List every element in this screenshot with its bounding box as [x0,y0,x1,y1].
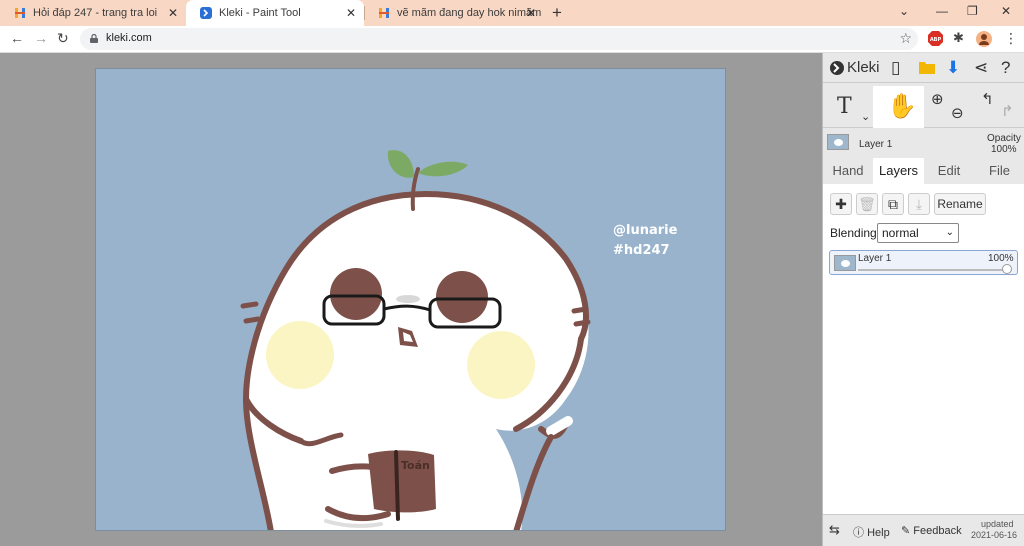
updated-label: updated [981,519,1014,529]
browser-menu-icon[interactable]: ⋮ [1004,30,1018,47]
forward-arrow-icon[interactable]: → [34,30,48,46]
layer-list-item[interactable]: Layer 1 100% [829,250,1018,275]
watermark-hashtag: #hd247 [613,243,670,258]
new-tab-button[interactable]: + [552,3,562,23]
updated-date: 2021-06-16 [971,530,1018,540]
add-layer-button[interactable]: ✚ [830,193,852,215]
blending-label: Blending [830,226,877,240]
close-tab-icon[interactable]: ✕ [168,6,178,20]
new-file-icon[interactable]: ▯ [891,58,900,78]
tab-file[interactable]: File [974,158,1024,184]
current-layer-info: Layer 1 Opacity 100% [823,130,1024,160]
layer-opacity-slider[interactable] [858,269,1006,271]
tab-title: Kleki - Paint Tool [219,7,301,19]
browser-tab-strip: Hỏi đáp 247 - trang tra loi ✕ Kleki - Pa… [0,0,1024,26]
redo-icon[interactable]: ↱ [1001,102,1014,120]
duplicate-icon: ⧉ [888,196,898,212]
feedback-link[interactable]: ✎ Feedback [901,524,962,537]
minimize-icon[interactable]: — [936,4,948,18]
layer-opacity-handle[interactable] [1002,264,1012,274]
url-text: kleki.com [106,32,152,44]
layer-item-name: Layer 1 [858,253,892,264]
help-circle-icon[interactable]: ? [1001,58,1010,78]
trash-icon: 🗑 [858,196,876,212]
panel-footer: ⇆ ⓘ Help ✎ Feedback updated 2021-06-16 [823,514,1024,546]
browser-tab-hoidap[interactable]: Hỏi đáp 247 - trang tra loi ✕ [0,0,186,26]
chevron-down-icon[interactable]: ⌄ [861,110,870,123]
hoidap-logo-icon [379,8,389,18]
close-tab-icon[interactable]: ✕ [526,6,536,20]
plus-icon: ✚ [835,196,847,212]
zoom-out-icon[interactable]: ⊖ [951,104,964,122]
merge-down-icon: ⤓ [915,196,923,212]
text-tool-icon: T [837,94,852,119]
browser-tab-kleki[interactable]: Kleki - Paint Tool ✕ [186,0,364,26]
download-icon[interactable]: ⬇ [946,58,960,78]
zoom-in-icon[interactable]: ⊕ [931,90,944,108]
undo-icon[interactable]: ↰ [981,90,994,108]
feedback-label: Feedback [913,525,962,537]
merge-layer-button[interactable]: ⤓ [908,193,930,215]
swap-sides-icon[interactable]: ⇆ [829,522,840,538]
kleki-logo-icon [200,7,212,19]
tab-layers[interactable]: Layers [873,158,924,184]
kleki-side-panel: Kleki ▯ ⬇ ⋖ ? T ⌄ ✋ ⊕ ⊖ ↰ ↱ Layer 1 Opac… [822,53,1024,546]
rename-layer-button[interactable]: Rename [934,193,986,215]
help-circle-icon: ⓘ [853,527,864,539]
adblock-icon[interactable]: ABP [928,31,943,46]
chevron-down-icon[interactable]: ⌄ [899,4,909,18]
current-layer-name: Layer 1 [859,139,893,150]
kleki-logo-icon [830,61,844,75]
drawing-canvas[interactable]: Toán @lunarie #hd247 [95,68,726,531]
browser-tab-ve-mam[interactable]: vẽ mãm đang day hok nimãm IC ✕ [364,0,544,26]
tab-title: Hỏi đáp 247 - trang tra loi [33,7,158,19]
share-icon[interactable]: ⋖ [974,58,988,78]
layers-panel: ✚ 🗑 ⧉ ⤓ Rename Blending normal ⌄ Layer 1… [823,184,1024,514]
panel-header: Kleki ▯ ⬇ ⋖ ? [823,53,1024,83]
tab-title: vẽ mãm đang day hok nimãm IC [397,7,544,19]
help-label: Help [867,527,890,539]
blending-mode-select[interactable]: normal ⌄ [877,223,959,243]
tab-hand[interactable]: Hand [823,158,873,184]
opacity-label: Opacity [987,133,1021,144]
open-folder-icon[interactable] [919,60,935,74]
close-tab-icon[interactable]: ✕ [346,6,356,20]
drawing-artwork: Toán [240,150,591,530]
chevron-down-icon: ⌄ [945,227,954,238]
layer-thumbnail [827,134,849,150]
address-bar[interactable]: kleki.com ☆ [80,28,918,50]
hoidap-logo-icon [15,8,25,18]
text-tool-button[interactable]: T ⌄ [831,86,871,128]
restore-icon[interactable]: ❐ [967,4,978,18]
book-label-text: Toán [401,459,430,472]
help-link[interactable]: ⓘ Help [853,524,890,540]
extensions-puzzle-icon[interactable]: ✱ [953,30,964,46]
blending-mode-value: normal [882,226,919,240]
svg-text:ABP: ABP [930,37,942,43]
panel-tabs: Hand Layers Edit File [823,158,1024,184]
browser-toolbar: ← → ↻ kleki.com ☆ ABP ✱ ⋮ [0,26,1024,53]
feedback-icon: ✎ [901,525,911,537]
layer-item-opacity: 100% [988,253,1014,264]
layer-thumbnail [834,255,856,271]
zoom-controls: ⊕ ⊖ [927,86,973,128]
app-name: Kleki [847,59,880,76]
watermark-handle: @lunarie [613,223,678,238]
close-window-icon[interactable]: ✕ [1001,4,1011,18]
hand-icon: ✋ [887,93,917,120]
duplicate-layer-button[interactable]: ⧉ [882,193,904,215]
delete-layer-button[interactable]: 🗑 [856,193,878,215]
opacity-value: 100% [991,144,1017,155]
history-controls: ↰ ↱ [975,86,1021,128]
tool-row: T ⌄ ✋ ⊕ ⊖ ↰ ↱ [823,86,1024,128]
profile-avatar[interactable] [976,31,992,47]
tab-edit[interactable]: Edit [924,158,974,184]
canvas-workspace[interactable]: Toán @lunarie #hd247 [0,53,822,546]
reload-icon[interactable]: ↻ [57,30,69,47]
hand-tool-button[interactable]: ✋ [873,86,924,128]
lock-icon [90,34,98,43]
bookmark-star-icon[interactable]: ☆ [899,30,912,47]
back-arrow-icon[interactable]: ← [10,30,24,46]
